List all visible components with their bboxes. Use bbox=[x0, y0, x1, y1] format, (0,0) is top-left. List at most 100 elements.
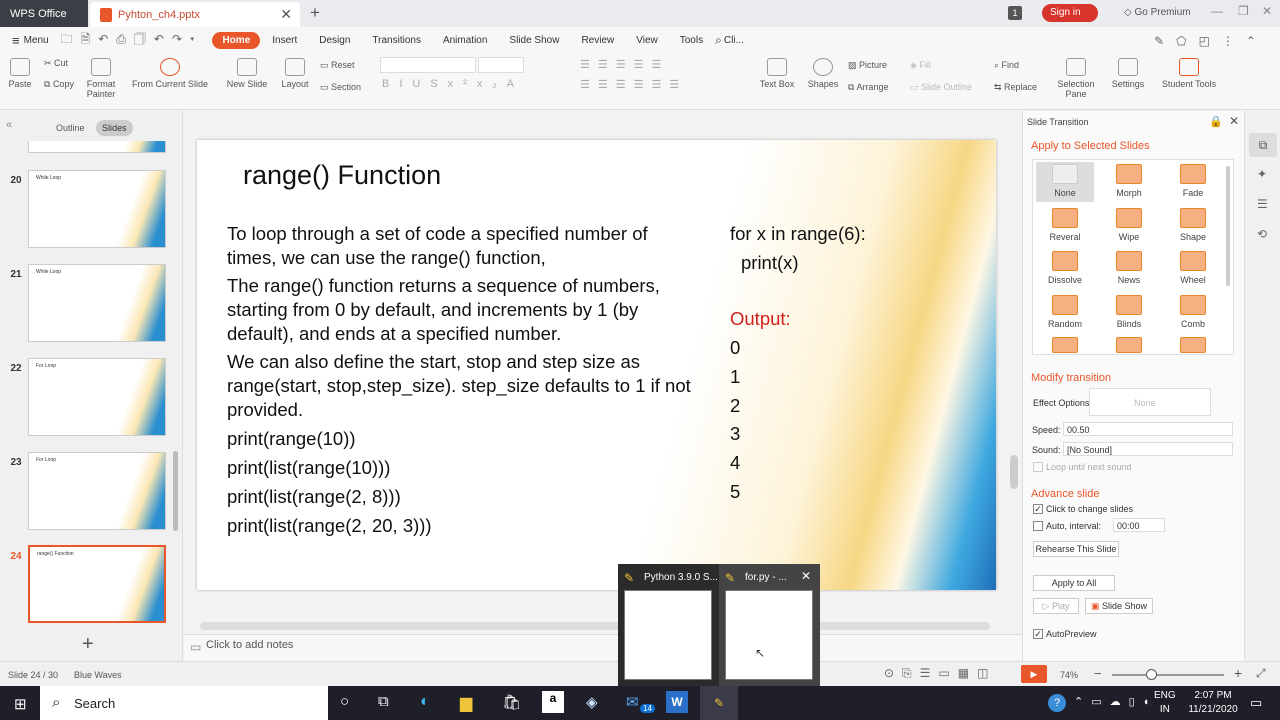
zoom-in-icon[interactable]: + bbox=[1234, 665, 1242, 681]
sound-select[interactable]: [No Sound] bbox=[1063, 442, 1233, 456]
tab-animation[interactable]: Animation bbox=[433, 32, 497, 49]
gallery-scrollbar[interactable] bbox=[1226, 166, 1230, 286]
paragraph-2[interactable]: The range() function returns a sequence … bbox=[227, 274, 707, 346]
paragraph-1[interactable]: To loop through a set of code a specifie… bbox=[227, 222, 697, 270]
for-loop-line[interactable]: for x in range(6): bbox=[730, 222, 866, 246]
preview-for-py[interactable]: ✎ for.py - ... ✕ ↖ bbox=[719, 564, 820, 686]
slide-outline-button[interactable]: ▭ Slide Outline bbox=[910, 82, 972, 93]
font-name-select[interactable] bbox=[380, 57, 476, 73]
tab-insert[interactable]: Insert bbox=[262, 32, 307, 49]
word-icon[interactable]: W bbox=[666, 691, 688, 713]
transition-morph[interactable]: Morph bbox=[1100, 164, 1158, 198]
zoom-level[interactable]: 74% bbox=[1060, 670, 1078, 680]
panel-scrollbar[interactable] bbox=[173, 451, 178, 531]
reset-button[interactable]: ▭ Reset bbox=[320, 60, 355, 71]
output-value[interactable]: 3 bbox=[730, 422, 740, 446]
zoom-slider-thumb[interactable] bbox=[1146, 669, 1157, 680]
transition-panel-icon[interactable]: ⧉ bbox=[1249, 133, 1277, 157]
paragraph-icons[interactable]: ☰☰☰☰☰ bbox=[580, 58, 669, 71]
add-slide-button[interactable]: + bbox=[82, 633, 94, 656]
close-icon[interactable]: ✕ bbox=[280, 6, 292, 23]
lock-icon[interactable]: 🔒 bbox=[1209, 115, 1223, 128]
transition-reveal[interactable]: Reveral bbox=[1036, 208, 1094, 242]
help-icon[interactable]: ? bbox=[1048, 694, 1066, 712]
output-value[interactable]: 5 bbox=[730, 480, 740, 504]
speed-input[interactable]: 00.50 bbox=[1063, 422, 1233, 436]
section-button[interactable]: ▭ Section bbox=[320, 82, 361, 93]
apply-all-button[interactable]: Apply to All bbox=[1033, 575, 1115, 591]
dropbox-icon[interactable]: ◈ bbox=[586, 693, 598, 711]
view-icons[interactable]: ⊙⎘☰▭▦◫ bbox=[884, 666, 996, 681]
mail-icon[interactable]: ✉ bbox=[626, 693, 639, 711]
wps-home-tab[interactable]: WPS Office bbox=[0, 0, 88, 27]
notification-badge[interactable]: 1 bbox=[1008, 6, 1022, 20]
copy-button[interactable]: ⧉ Copy bbox=[44, 79, 74, 90]
auto-interval-checkbox[interactable] bbox=[1033, 521, 1043, 531]
search-icon[interactable]: ⌕ bbox=[715, 33, 722, 48]
python-idle-icon[interactable]: ✎ bbox=[700, 686, 738, 720]
maximize-button[interactable]: ❐ bbox=[1238, 4, 1249, 18]
new-tab-button[interactable]: + bbox=[310, 3, 320, 23]
new-slide-button[interactable]: New Slide bbox=[226, 58, 268, 89]
student-tools-button[interactable]: Student Tools bbox=[1158, 58, 1220, 89]
rehearse-button[interactable]: Rehearse This Slide bbox=[1033, 541, 1119, 557]
tab-transitions[interactable]: Transitions bbox=[362, 32, 431, 49]
output-value[interactable]: 0 bbox=[730, 336, 740, 360]
taskbar-search[interactable]: ⌕ Search bbox=[40, 686, 328, 720]
picture-button[interactable]: ▨ Picture bbox=[848, 60, 887, 71]
code-line-4[interactable]: print(list(range(2, 20, 3))) bbox=[227, 514, 432, 538]
code-line-1[interactable]: print(range(10)) bbox=[227, 427, 356, 451]
windows-start-icon[interactable]: ⊞ bbox=[14, 695, 27, 713]
selection-pane-button[interactable]: Selection Pane bbox=[1056, 58, 1096, 99]
menu-button[interactable]: Menu bbox=[20, 32, 59, 49]
paragraph-3[interactable]: We can also define the start, stop and s… bbox=[227, 350, 697, 422]
output-value[interactable]: 1 bbox=[730, 365, 740, 389]
collapse-panel-icon[interactable]: « bbox=[6, 119, 12, 131]
top-right-icons[interactable]: ✎⬠◰⋮⌃ bbox=[1154, 34, 1268, 48]
play-slideshow-button[interactable]: ▶ bbox=[1021, 665, 1047, 683]
slide-thumb-21[interactable]: While Loop bbox=[28, 264, 166, 342]
clock[interactable]: 2:07 PM 11/21/2020 bbox=[1188, 689, 1238, 717]
close-window-button[interactable]: ✕ bbox=[1262, 4, 1272, 18]
slide-thumb-22[interactable]: For Loop bbox=[28, 358, 166, 436]
output-value[interactable]: 2 bbox=[730, 394, 740, 418]
file-explorer-icon[interactable]: ▆ bbox=[460, 693, 472, 713]
close-panel-icon[interactable]: ✕ bbox=[1229, 114, 1239, 128]
transition-dissolve[interactable]: Dissolve bbox=[1036, 251, 1094, 285]
properties-icon[interactable]: ☰ bbox=[1257, 197, 1268, 211]
fill-button[interactable]: ◈ Fill bbox=[910, 60, 931, 71]
slide-canvas[interactable]: range() Function To loop through a set o… bbox=[197, 140, 996, 590]
transition-more-2[interactable] bbox=[1100, 337, 1158, 357]
zoom-out-icon[interactable]: − bbox=[1094, 666, 1102, 681]
tab-home[interactable]: Home bbox=[212, 32, 261, 49]
output-value[interactable]: 4 bbox=[730, 451, 740, 475]
theme-name[interactable]: Blue Waves bbox=[74, 670, 122, 680]
zoom-slider[interactable] bbox=[1112, 674, 1224, 676]
animation-icon[interactable]: ✦ bbox=[1257, 167, 1267, 181]
slide-thumb-23[interactable]: For Loop bbox=[28, 452, 166, 530]
notification-icon[interactable]: ▭ bbox=[1250, 695, 1262, 711]
quick-access-icons[interactable]: 🗀🗎↶⎙🗍↶↷▾ bbox=[61, 30, 203, 51]
transition-fade[interactable]: Fade bbox=[1164, 164, 1222, 198]
code-line-3[interactable]: print(list(range(2, 8))) bbox=[227, 485, 401, 509]
transition-shape[interactable]: Shape bbox=[1164, 208, 1222, 242]
language-indicator[interactable]: ENG IN bbox=[1154, 689, 1176, 717]
transition-news[interactable]: News bbox=[1100, 251, 1158, 285]
sign-in-button[interactable]: Sign in bbox=[1042, 4, 1098, 22]
font-size-select[interactable] bbox=[478, 57, 524, 73]
backup-icon[interactable]: ⟲ bbox=[1257, 227, 1267, 241]
layout-button[interactable]: Layout bbox=[278, 58, 312, 89]
transition-comb[interactable]: Comb bbox=[1164, 295, 1222, 329]
transition-more-1[interactable] bbox=[1036, 337, 1094, 357]
cortana-icon[interactable]: ○ bbox=[340, 693, 349, 710]
horizontal-scrollbar[interactable] bbox=[200, 622, 990, 630]
font-format-icons[interactable]: BIUSx²x₂A bbox=[382, 78, 524, 90]
transition-wheel[interactable]: Wheel bbox=[1164, 251, 1222, 285]
transition-blinds[interactable]: Blinds bbox=[1100, 295, 1158, 329]
slide-title[interactable]: range() Function bbox=[243, 160, 441, 190]
transition-more-3[interactable] bbox=[1164, 337, 1222, 357]
transition-wipe[interactable]: Wipe bbox=[1100, 208, 1158, 242]
tab-review[interactable]: Review bbox=[571, 32, 624, 49]
find-button[interactable]: ⌕ Find bbox=[994, 60, 1019, 71]
slide-thumb-20[interactable]: While Loop bbox=[28, 170, 166, 248]
